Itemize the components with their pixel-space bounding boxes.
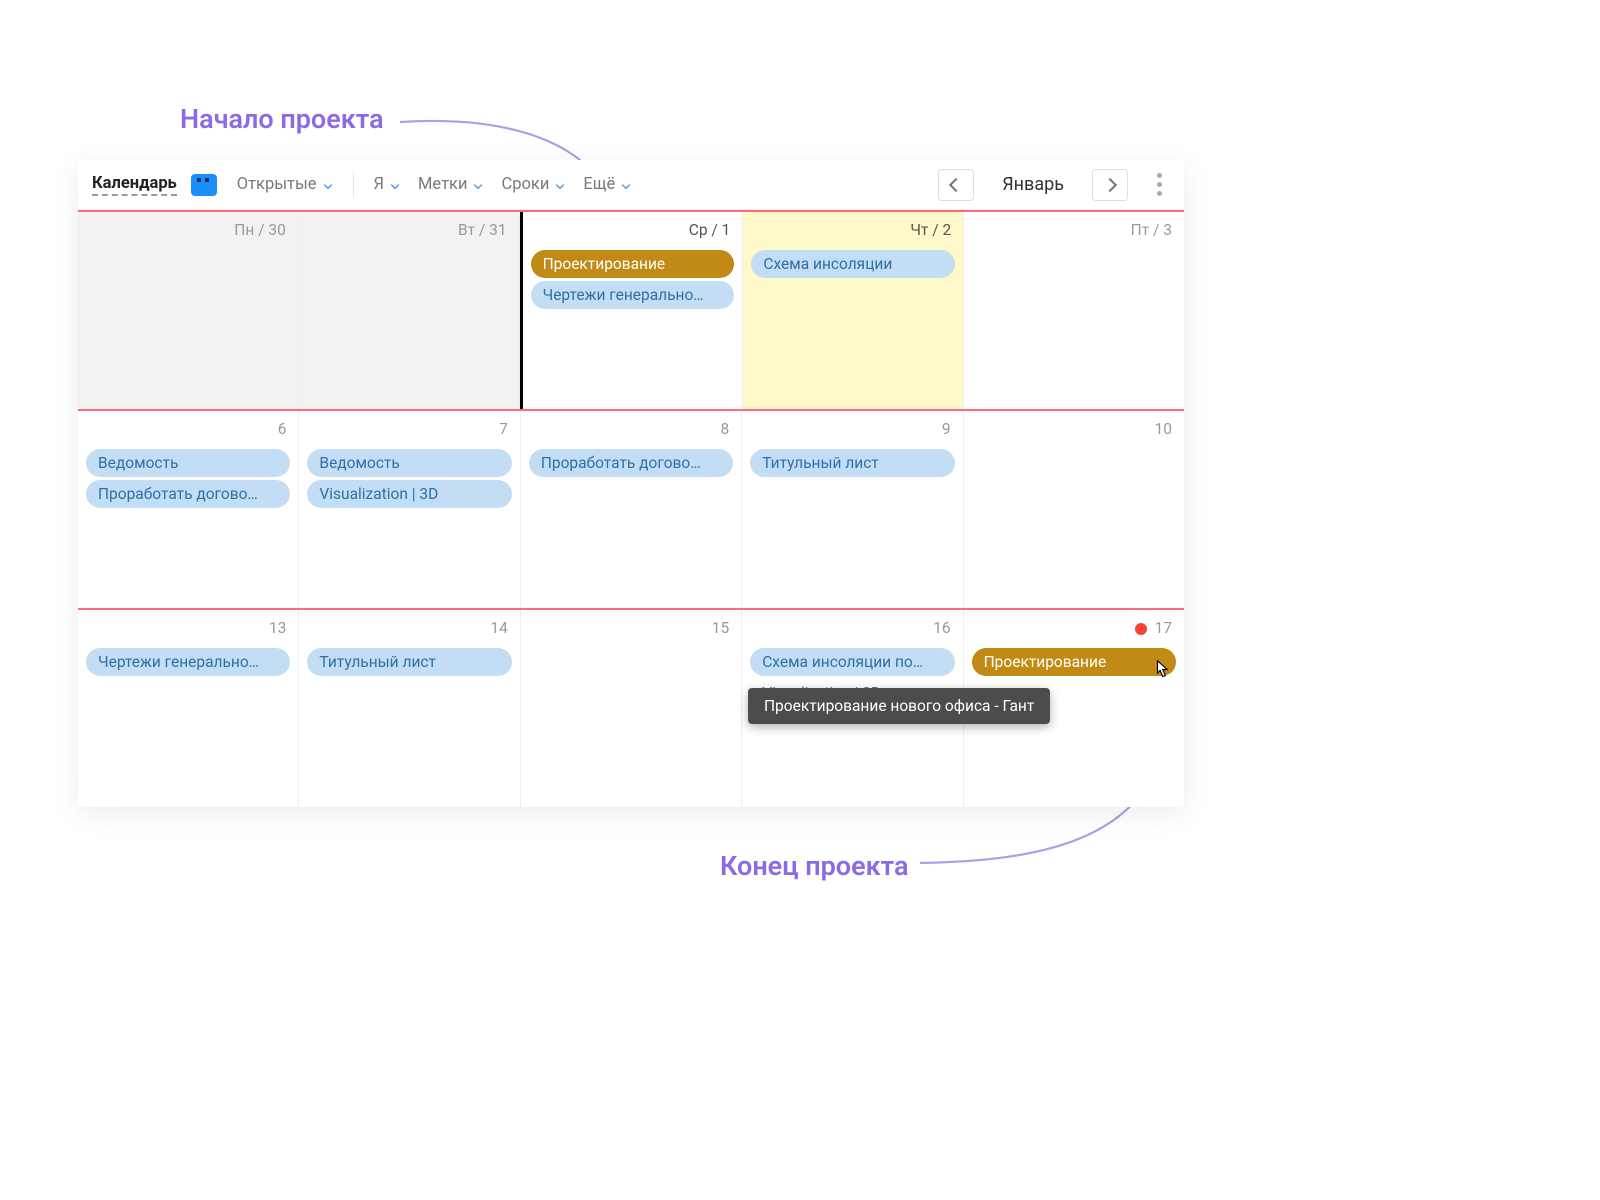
separator [353,173,354,197]
more-menu-button[interactable] [1148,173,1170,196]
chevron-left-icon [949,177,963,191]
chevron-right-icon [1103,177,1117,191]
day-label: 16 [748,616,956,645]
day-label: 15 [527,616,735,645]
calendar-cell[interactable]: 13 Чертежи генерально… [78,610,299,807]
event-pill[interactable]: Проработать догово… [529,449,733,477]
chevron-down-icon [621,180,631,190]
calendar-row: Пн / 30 Вт / 31 Ср / 1 Проектирование Чертеж… [78,210,1184,409]
day-label: Ср / 1 [529,218,737,247]
filter-tags-label: Метки [418,175,467,194]
calendar-cell[interactable]: 9 Титульный лист [742,411,963,608]
event-pill[interactable]: Схема инсоляции [751,250,955,278]
calendar-cell[interactable]: 10 [964,411,1184,608]
event-pill[interactable]: Схема инсоляции по… [750,648,954,676]
next-month-button[interactable] [1092,169,1128,201]
day-label: 7 [305,417,513,446]
calendar-cell[interactable]: 14 Титульный лист [299,610,520,807]
filter-me[interactable]: Я [368,171,407,198]
day-label: Вт / 31 [305,218,513,247]
event-pill[interactable]: Чертежи генерально… [86,648,290,676]
calendar-cell[interactable]: 6 Ведомость Проработать догово… [78,411,299,608]
event-tooltip: Проектирование нового офиса - Гант [748,688,1050,724]
day-label: 17 [970,616,1178,645]
day-label: 10 [970,417,1178,446]
chevron-down-icon [390,180,400,190]
chevron-down-icon [323,180,333,190]
event-pill[interactable]: Титульный лист [750,449,954,477]
event-pill[interactable]: Ведомость [86,449,290,477]
calendar-cell[interactable]: 7 Ведомость Visualization | 3D [299,411,520,608]
calendar-cell[interactable]: 15 [521,610,742,807]
calendar-cell[interactable]: Чт / 2 Схема инсоляции [743,212,964,409]
day-label: 6 [84,417,292,446]
event-pill[interactable]: Проработать догово… [86,480,290,508]
filter-tags[interactable]: Метки [412,171,489,198]
chevron-down-icon [555,180,565,190]
annotation-project-start: Начало проекта [180,103,384,135]
view-title[interactable]: Календарь [92,174,177,196]
toolbar: Календарь Открытые Я Метки Сроки Ещё [78,160,1184,210]
day-label: 13 [84,616,292,645]
calendar-cell[interactable]: Пн / 30 [78,212,299,409]
filter-more[interactable]: Ещё [577,171,637,198]
chevron-down-icon [473,180,483,190]
deadline-dot-icon [1135,623,1147,635]
filter-more-label: Ещё [583,175,615,194]
filter-open[interactable]: Открытые [231,171,339,198]
day-label: Пт / 3 [970,218,1178,247]
calendar-cell[interactable]: Пт / 3 [964,212,1184,409]
filter-dates-label: Сроки [501,175,549,194]
annotation-project-end: Конец проекта [720,850,909,882]
day-label: 8 [527,417,735,446]
calendar-cell[interactable]: 8 Проработать догово… [521,411,742,608]
event-pill[interactable]: Титульный лист [307,648,511,676]
event-pill[interactable]: Проектирование [531,250,735,278]
day-label: 14 [305,616,513,645]
prev-month-button[interactable] [938,169,974,201]
current-month: Январь [1002,174,1064,195]
event-pill[interactable]: Visualization | 3D [307,480,511,508]
filter-me-label: Я [374,175,385,194]
event-pill[interactable]: Чертежи генерально… [531,281,735,309]
event-pill[interactable]: Проектирование [972,648,1176,676]
event-pill[interactable]: Ведомость [307,449,511,477]
calendar-cell[interactable]: Ср / 1 Проектирование Чертежи генерально… [520,212,744,409]
day-label: Пн / 30 [84,218,292,247]
filter-open-label: Открытые [237,175,317,194]
calendar-row: 6 Ведомость Проработать догово… 7 Ведомость V… [78,409,1184,608]
day-label: Чт / 2 [749,218,957,247]
project-color-swatch[interactable] [191,174,217,196]
day-label: 9 [748,417,956,446]
filter-dates[interactable]: Сроки [495,171,571,198]
calendar-cell[interactable]: Вт / 31 [299,212,520,409]
